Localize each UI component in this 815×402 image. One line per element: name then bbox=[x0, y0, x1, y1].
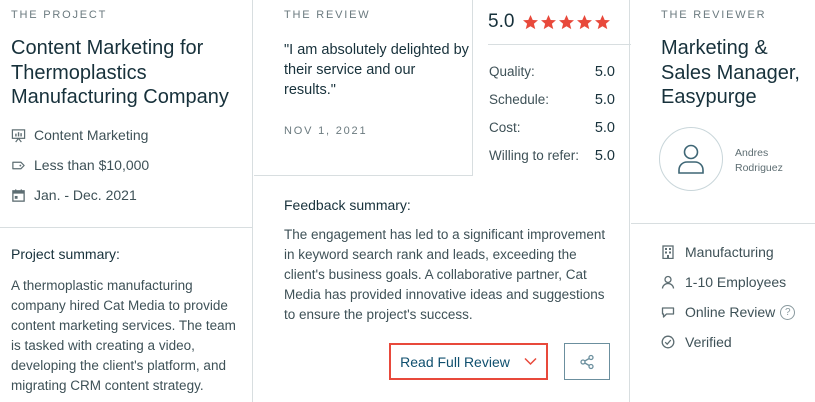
share-icon bbox=[580, 354, 594, 369]
review-date: NOV 1, 2021 bbox=[284, 125, 368, 137]
user-icon bbox=[661, 275, 675, 289]
reviewer-review-type-label: Online Review bbox=[685, 304, 776, 320]
star-rating bbox=[522, 14, 612, 31]
read-full-review-label: Read Full Review bbox=[400, 353, 510, 370]
calendar-icon bbox=[12, 188, 25, 202]
presentation-board-icon bbox=[11, 128, 26, 142]
project-budget: Less than $10,000 bbox=[11, 157, 149, 173]
feedback-section: Feedback summary: The engagement has led… bbox=[254, 177, 630, 402]
reviewer-verified-label: Verified bbox=[685, 334, 732, 350]
check-circle-icon bbox=[661, 335, 675, 349]
chat-bubble-icon bbox=[661, 307, 675, 318]
project-column: THE PROJECT Content Marketing for Thermo… bbox=[0, 0, 253, 402]
read-full-review-button[interactable]: Read Full Review bbox=[389, 343, 548, 380]
score-quality-label: Quality: bbox=[489, 64, 535, 79]
reviewer-column: THE REVIEWER Marketing & Sales Manager, … bbox=[631, 0, 815, 402]
score-refer-value: 5.0 bbox=[594, 148, 615, 164]
help-icon[interactable]: ? bbox=[780, 304, 796, 320]
star-icon bbox=[595, 14, 611, 29]
star-icon bbox=[559, 14, 575, 29]
star-icon bbox=[577, 14, 593, 29]
rating-panel: 5.0 Quality: 5.0 Schedule: 5.0 Cost: 5.0… bbox=[472, 0, 631, 176]
reviewer-review-type: Online Review ? bbox=[661, 304, 796, 320]
reviewer-company-size-label: 1-10 Employees bbox=[685, 274, 787, 290]
chevron-down-icon bbox=[524, 357, 537, 366]
project-budget-label: Less than $10,000 bbox=[34, 157, 150, 173]
reviewer-company-size: 1-10 Employees bbox=[661, 274, 786, 290]
score-quality: Quality: 5.0 bbox=[489, 64, 615, 80]
review-quote-section: THE REVIEW "I am absolutely delighted by… bbox=[254, 0, 472, 176]
share-button[interactable] bbox=[564, 343, 610, 380]
avatar bbox=[659, 127, 723, 191]
star-icon bbox=[541, 14, 557, 29]
overall-rating: 5.0 bbox=[488, 0, 631, 45]
star-icon bbox=[523, 14, 539, 29]
project-dates-label: Jan. - Dec. 2021 bbox=[34, 187, 137, 203]
score-schedule-value: 5.0 bbox=[594, 92, 615, 108]
reviewer-name: Andres Rodriguez bbox=[735, 147, 783, 174]
reviewer-title: Marketing & Sales Manager, Easypurge bbox=[661, 37, 800, 108]
score-cost-value: 5.0 bbox=[594, 120, 615, 136]
score-schedule-label: Schedule: bbox=[489, 92, 550, 107]
score-schedule: Schedule: 5.0 bbox=[489, 92, 615, 108]
project-eyebrow: THE PROJECT bbox=[11, 9, 108, 21]
project-service-label: Content Marketing bbox=[34, 127, 149, 143]
project-title: Content Marketing for Thermoplastics Man… bbox=[11, 37, 229, 108]
project-summary-label: Project summary: bbox=[11, 246, 120, 262]
reviewer-eyebrow: THE REVIEWER bbox=[661, 9, 767, 21]
reviewer-industry: Manufacturing bbox=[661, 244, 774, 260]
review-quote: "I am absolutely delighted by their serv… bbox=[284, 42, 469, 98]
reviewer-header: THE REVIEWER Marketing & Sales Manager, … bbox=[631, 0, 815, 224]
feedback-summary: The engagement has led to a significant … bbox=[284, 227, 606, 322]
project-summary: A thermoplastic manufacturing company hi… bbox=[11, 278, 236, 393]
project-header: THE PROJECT Content Marketing for Thermo… bbox=[0, 0, 253, 228]
building-icon bbox=[662, 245, 674, 259]
review-eyebrow: THE REVIEW bbox=[284, 9, 371, 21]
score-quality-value: 5.0 bbox=[594, 64, 615, 80]
reviewer-verified: Verified bbox=[661, 334, 732, 350]
project-service: Content Marketing bbox=[11, 127, 148, 143]
score-refer: Willing to refer: 5.0 bbox=[489, 148, 615, 164]
score-cost: Cost: 5.0 bbox=[489, 120, 615, 136]
price-tag-icon bbox=[12, 161, 25, 169]
user-avatar-icon bbox=[678, 144, 704, 174]
review-column: THE REVIEW "I am absolutely delighted by… bbox=[254, 0, 631, 402]
feedback-label: Feedback summary: bbox=[284, 197, 411, 213]
reviewer-industry-label: Manufacturing bbox=[685, 244, 774, 260]
score-refer-label: Willing to refer: bbox=[489, 148, 580, 163]
overall-rating-value: 5.0 bbox=[488, 11, 515, 32]
score-cost-label: Cost: bbox=[489, 120, 521, 135]
project-dates: Jan. - Dec. 2021 bbox=[11, 187, 137, 203]
